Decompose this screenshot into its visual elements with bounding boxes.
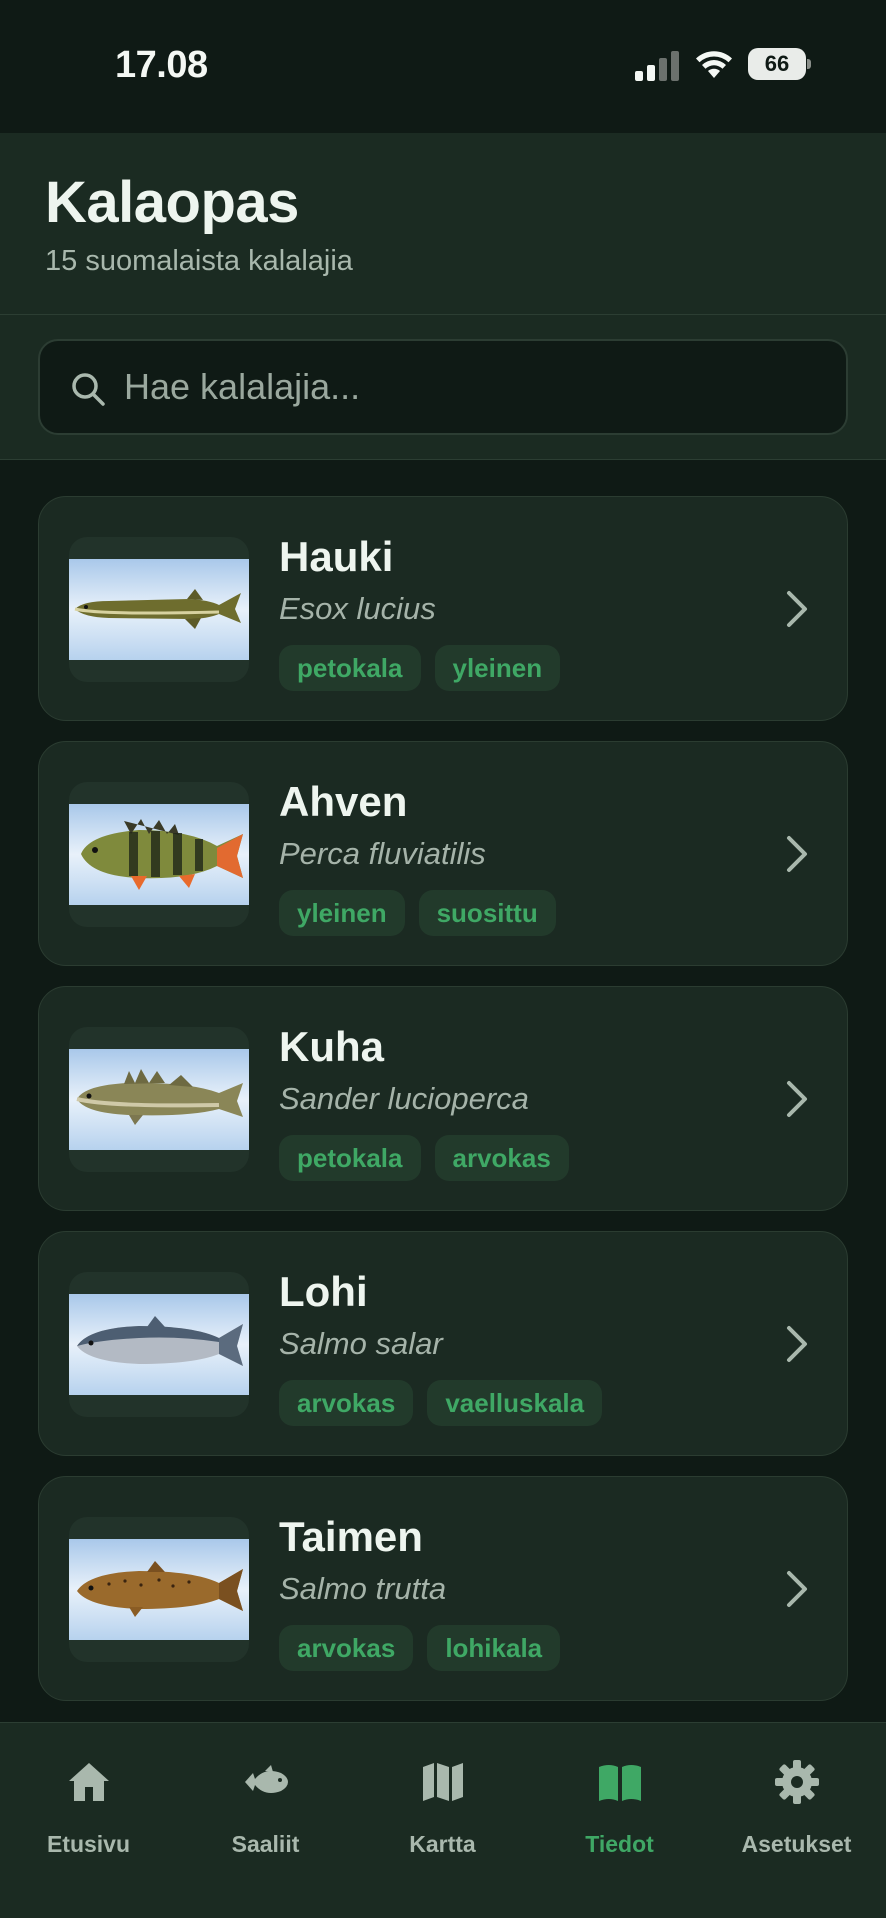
- tag: arvokas: [279, 1380, 414, 1426]
- fish-latin-name: Salmo salar: [279, 1326, 443, 1361]
- salmon-image: [69, 1294, 249, 1395]
- tab-label: Etusivu: [46, 1831, 131, 1857]
- fish-name: Lohi: [279, 1268, 368, 1315]
- chevron-right-icon: [787, 1081, 807, 1117]
- tag: suosittu: [418, 890, 556, 936]
- search-box[interactable]: [38, 339, 848, 435]
- fish-latin-name: Esox lucius: [279, 591, 436, 626]
- chevron-right-icon: [787, 1571, 807, 1607]
- cellular-signal-icon: [635, 51, 679, 81]
- chevron-right-icon: [787, 836, 807, 872]
- fish-tags: arvokas lohikala: [279, 1625, 561, 1671]
- book-icon: [599, 1765, 641, 1801]
- tag: arvokas: [434, 1135, 569, 1181]
- bottom-tab-bar: Etusivu Saaliit Kartta Tiedot Asetukset: [0, 1722, 886, 1918]
- fish-tags: petokala arvokas: [279, 1135, 569, 1181]
- map-icon: [423, 1763, 463, 1801]
- tag: petokala: [279, 645, 421, 691]
- search-bar: [0, 315, 886, 460]
- page-header: Kalaopas 15 suomalaista kalalajia: [0, 133, 886, 315]
- search-input[interactable]: [124, 341, 824, 433]
- tab-etusivu[interactable]: Etusivu: [0, 1723, 177, 1863]
- fish-icon: [245, 1765, 288, 1793]
- fish-latin-name: Salmo trutta: [279, 1571, 447, 1606]
- chevron-right-icon: [787, 1326, 807, 1362]
- tag: petokala: [279, 1135, 421, 1181]
- tab-label: Tiedot: [585, 1831, 654, 1857]
- status-bar: 17.08 66: [0, 0, 886, 133]
- fish-card-kuha[interactable]: Kuha Sander lucioperca petokala arvokas: [38, 986, 848, 1211]
- tag: arvokas: [279, 1625, 414, 1671]
- fish-list: Hauki Esox lucius petokala yleinen Ahven…: [0, 460, 886, 1722]
- fish-name: Kuha: [279, 1023, 384, 1070]
- chevron-right-icon: [787, 591, 807, 627]
- wifi-icon: [696, 51, 732, 78]
- fish-tags: arvokas vaelluskala: [279, 1380, 603, 1426]
- zander-image: [69, 1049, 249, 1150]
- pike-image: [69, 559, 249, 660]
- tag: yleinen: [279, 890, 405, 936]
- fish-name: Taimen: [279, 1513, 423, 1560]
- fish-card-lohi[interactable]: Lohi Salmo salar arvokas vaelluskala: [38, 1231, 848, 1456]
- tab-asetukset[interactable]: Asetukset: [708, 1723, 885, 1863]
- fish-latin-name: Sander lucioperca: [279, 1081, 529, 1116]
- fish-thumbnail: [69, 1272, 249, 1417]
- tag: vaelluskala: [427, 1380, 603, 1426]
- fish-name: Ahven: [279, 778, 408, 825]
- battery-icon: 66: [748, 48, 812, 80]
- battery-level: 66: [764, 51, 790, 76]
- status-time: 17.08: [115, 44, 208, 86]
- page-subtitle: 15 suomalaista kalalajia: [45, 245, 353, 277]
- gear-icon: [775, 1760, 819, 1804]
- fish-name: Hauki: [279, 533, 394, 580]
- tag: lohikala: [427, 1625, 561, 1671]
- fish-thumbnail: [69, 1517, 249, 1662]
- fish-thumbnail: [69, 782, 249, 927]
- fish-card-taimen[interactable]: Taimen Salmo trutta arvokas lohikala: [38, 1476, 848, 1701]
- fish-card-ahven[interactable]: Ahven Perca fluviatilis yleinen suosittu: [38, 741, 848, 966]
- tab-saaliit[interactable]: Saaliit: [177, 1723, 354, 1863]
- fish-tags: yleinen suosittu: [279, 890, 556, 936]
- tab-tiedot[interactable]: Tiedot: [531, 1723, 708, 1863]
- page-title: Kalaopas: [45, 170, 299, 235]
- home-icon: [69, 1763, 109, 1801]
- perch-image: [69, 804, 249, 905]
- fish-thumbnail: [69, 537, 249, 682]
- tag: yleinen: [434, 645, 561, 691]
- app-screen: 17.08 66 Kalaopas 15 suomalaista kalalaj…: [0, 0, 886, 1918]
- search-icon: [72, 373, 105, 406]
- tab-label: Saaliit: [231, 1831, 300, 1857]
- trout-image: [69, 1539, 249, 1640]
- tab-label: Kartta: [409, 1831, 476, 1857]
- fish-card-hauki[interactable]: Hauki Esox lucius petokala yleinen: [38, 496, 848, 721]
- tab-kartta[interactable]: Kartta: [354, 1723, 531, 1863]
- fish-tags: petokala yleinen: [279, 645, 561, 691]
- fish-latin-name: Perca fluviatilis: [279, 836, 486, 871]
- fish-thumbnail: [69, 1027, 249, 1172]
- tab-label: Asetukset: [741, 1831, 852, 1857]
